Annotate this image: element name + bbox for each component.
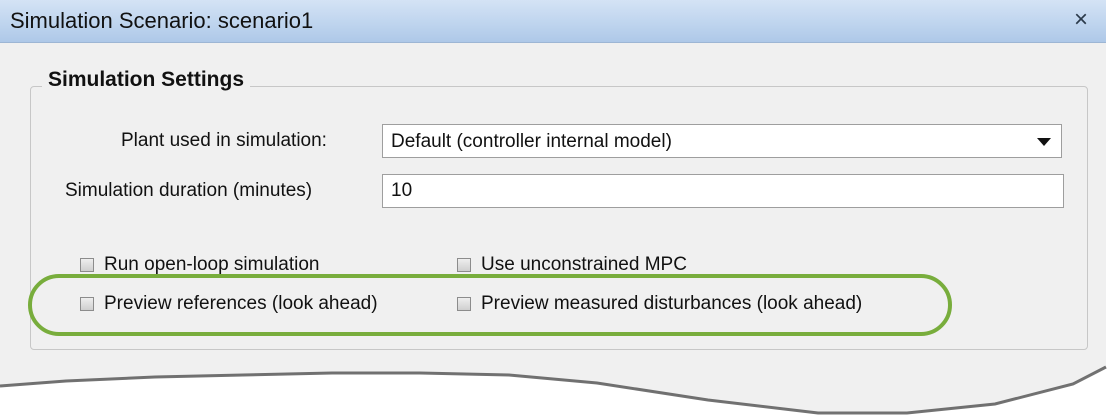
preview-references-checkbox[interactable] bbox=[80, 297, 94, 311]
group-title: Simulation Settings bbox=[42, 68, 251, 92]
open-loop-option[interactable]: Run open-loop simulation bbox=[80, 254, 319, 276]
window-title: Simulation Scenario: scenario1 bbox=[10, 8, 314, 33]
duration-label: Simulation duration (minutes) bbox=[65, 180, 313, 201]
plant-label: Plant used in simulation: bbox=[121, 130, 327, 151]
close-icon[interactable]: × bbox=[1068, 7, 1094, 33]
unconstrained-checkbox[interactable] bbox=[457, 258, 471, 272]
dialog-body: Simulation Scenario: scenario1 × Simulat… bbox=[0, 0, 1106, 413]
duration-input[interactable] bbox=[382, 174, 1064, 208]
open-loop-label: Run open-loop simulation bbox=[104, 254, 320, 275]
preview-references-label: Preview references (look ahead) bbox=[104, 293, 378, 314]
open-loop-checkbox[interactable] bbox=[80, 258, 94, 272]
unconstrained-option[interactable]: Use unconstrained MPC bbox=[457, 254, 687, 276]
preview-disturbances-option[interactable]: Preview measured disturbances (look ahea… bbox=[457, 293, 862, 315]
plant-dropdown-value: Default (controller internal model) bbox=[391, 131, 672, 152]
title-bar[interactable]: Simulation Scenario: scenario1 × bbox=[0, 0, 1106, 43]
preview-disturbances-label: Preview measured disturbances (look ahea… bbox=[481, 293, 863, 314]
plant-dropdown[interactable]: Default (controller internal model) bbox=[382, 124, 1062, 158]
chevron-down-icon bbox=[1037, 138, 1051, 146]
preview-disturbances-checkbox[interactable] bbox=[457, 297, 471, 311]
unconstrained-label: Use unconstrained MPC bbox=[481, 254, 687, 275]
preview-references-option[interactable]: Preview references (look ahead) bbox=[80, 293, 378, 315]
dialog-window: Simulation Scenario: scenario1 × Simulat… bbox=[0, 0, 1118, 417]
